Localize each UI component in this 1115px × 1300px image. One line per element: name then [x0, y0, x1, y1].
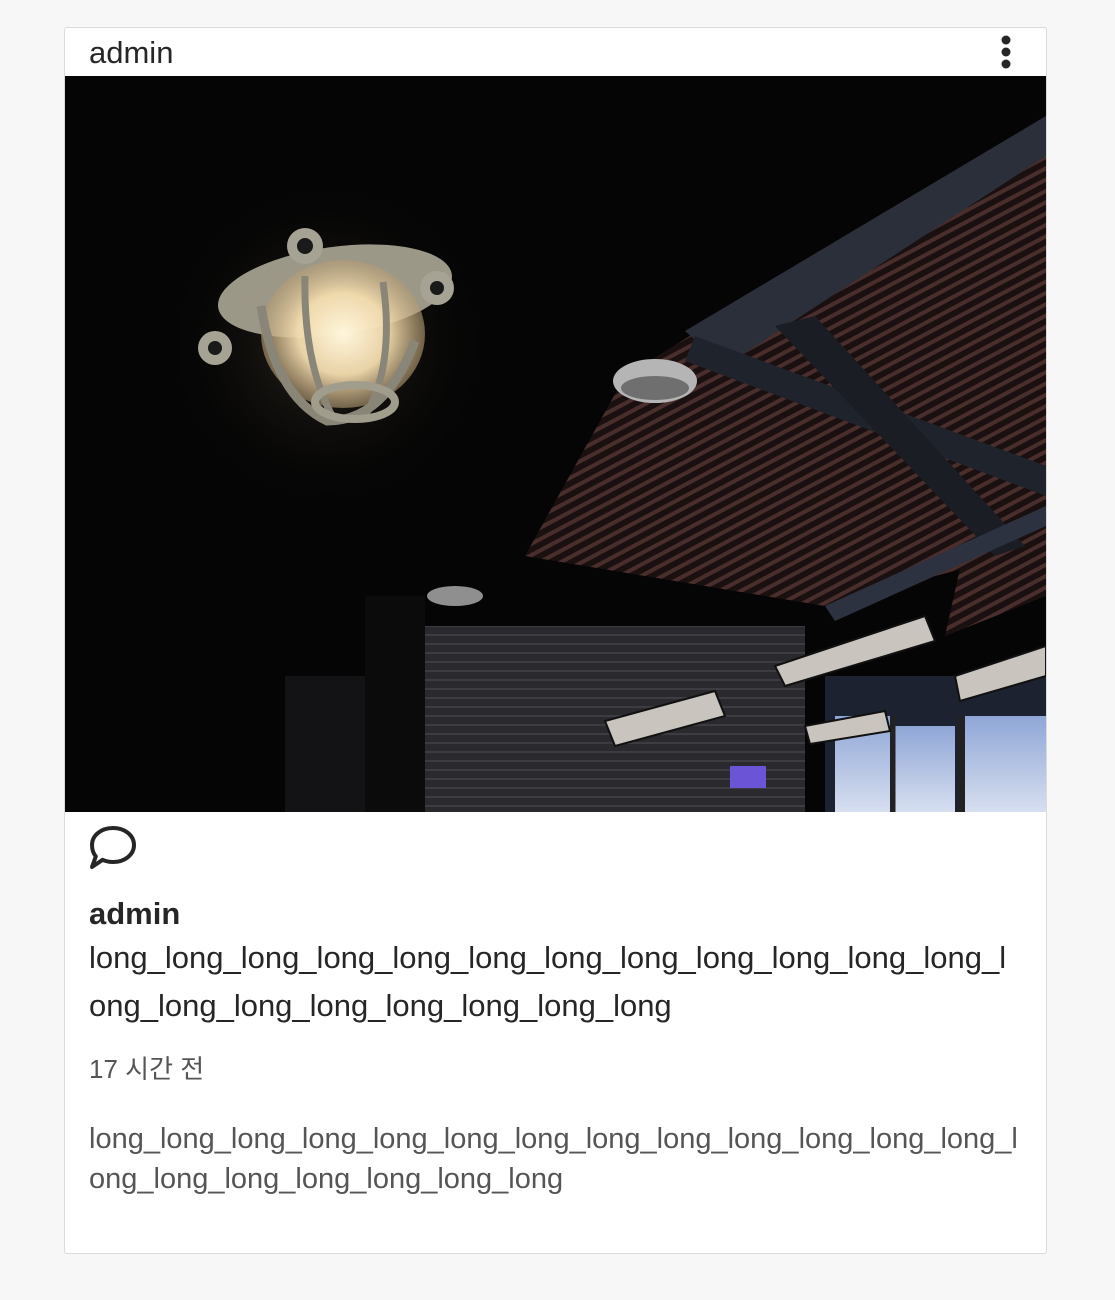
post-body: admin long_long_long_long_long_long_long…	[65, 812, 1046, 1199]
post-header: admin	[65, 28, 1046, 76]
post-title: long_long_long_long_long_long_long_long_…	[89, 940, 1007, 1024]
post-author[interactable]: admin	[89, 894, 1022, 934]
post-description: long_long_long_long_long_long_long_long_…	[89, 1123, 1018, 1196]
post-timestamp: 17 시간 전	[89, 1054, 205, 1085]
more-vertical-icon	[1001, 35, 1011, 69]
header-username[interactable]: admin	[89, 37, 173, 68]
comment-bubble-icon[interactable]	[87, 824, 139, 872]
more-options-button[interactable]	[986, 32, 1026, 72]
post-image[interactable]	[65, 76, 1046, 812]
post-card: admin admin long_long_long_long_long_lon…	[64, 27, 1047, 1254]
